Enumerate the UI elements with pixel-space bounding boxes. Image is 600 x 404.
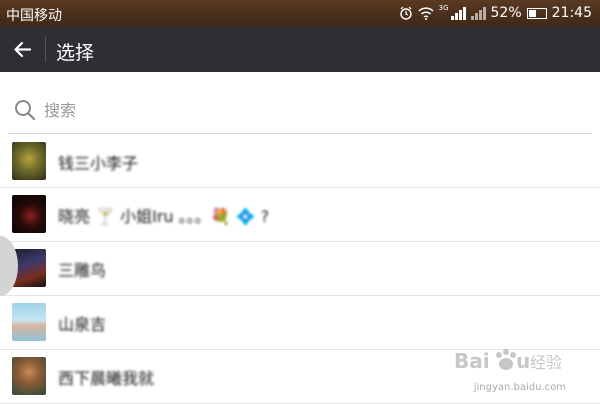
search-icon	[15, 100, 36, 121]
avatar	[12, 142, 46, 180]
svg-text:经验: 经验	[530, 353, 562, 372]
status-bar: 中国移动 3G 52% 21:45	[0, 0, 600, 27]
battery-percent: 52%	[490, 5, 522, 21]
back-arrow-icon[interactable]	[10, 37, 35, 62]
signal-icon-secondary	[470, 6, 486, 20]
watermark-url: jingyan.baidu.com	[473, 382, 566, 393]
svg-text:Bai: Bai	[454, 349, 490, 373]
status-icons: 3G 52% 21:45	[399, 4, 592, 21]
contact-name: 晓亮 🍸 小姐Iru 。。。💐 💠 ?	[58, 207, 270, 226]
title-bar: 选择	[0, 27, 600, 72]
battery-fill	[528, 9, 536, 17]
battery-icon	[526, 7, 547, 19]
carrier-label: 中国移动	[6, 8, 62, 24]
svg-text:u: u	[516, 349, 530, 373]
signal-icon	[450, 6, 466, 20]
contact-row[interactable]: 三雕鸟	[0, 242, 600, 296]
contact-row[interactable]: 晓亮 🍸 小姐Iru 。。。💐 💠 ?	[0, 188, 600, 242]
contact-name: 西下晨曦我就	[58, 369, 155, 388]
contact-name: 三雕鸟	[58, 261, 107, 280]
page-title: 选择	[56, 42, 95, 64]
contact-name: 山泉吉	[58, 315, 107, 334]
avatar	[12, 303, 46, 341]
contact-row[interactable]: 山泉吉	[0, 296, 600, 350]
avatar	[12, 195, 46, 233]
network-type-label: 3G	[438, 4, 449, 12]
baidu-jingyan-logo: Bai u 经验	[454, 349, 562, 373]
avatar	[12, 357, 46, 395]
search-bar[interactable]	[8, 87, 592, 134]
title-divider	[45, 37, 46, 62]
contact-name: 钱三小李子	[58, 154, 139, 173]
clock: 21:45	[551, 5, 592, 21]
alarm-icon	[399, 6, 412, 20]
contact-row[interactable]: 钱三小李子	[0, 135, 600, 188]
search-input[interactable]	[44, 97, 564, 123]
wifi-icon	[418, 6, 434, 20]
